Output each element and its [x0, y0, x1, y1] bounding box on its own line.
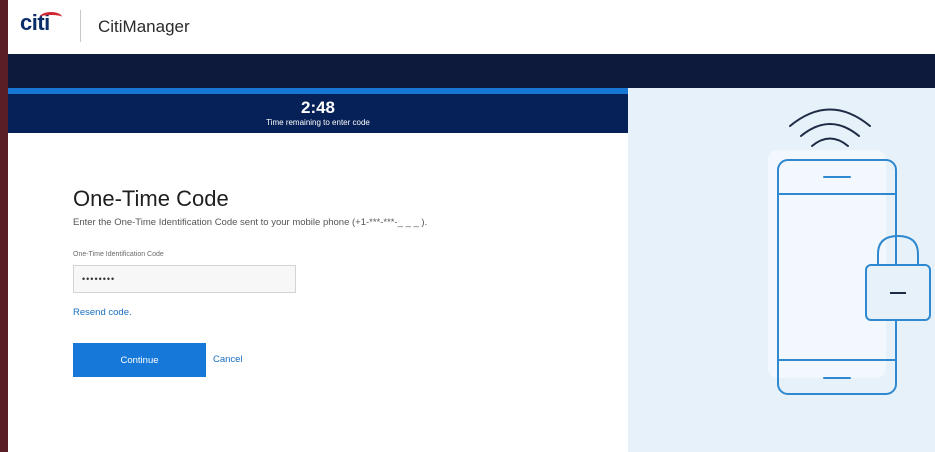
illustration-panel — [628, 88, 935, 452]
continue-button[interactable]: Continue — [73, 343, 206, 377]
timer-banner: 2:48 Time remaining to enter code — [8, 94, 628, 133]
page-title: One-Time Code — [73, 186, 229, 211]
code-input[interactable] — [73, 265, 296, 293]
logo-arc-icon — [40, 12, 62, 22]
wifi-signal-icon — [789, 108, 871, 147]
phone-lock-icon — [768, 108, 931, 395]
timer-label: Time remaining to enter code — [266, 118, 370, 127]
app-title: CitiManager — [98, 17, 190, 36]
navigation-bar — [8, 54, 935, 88]
instructions-text: Enter the One-Time Identification Code s… — [73, 217, 428, 228]
app-window: citi CitiManager 2:48 Time remaining to … — [8, 0, 935, 452]
cancel-link[interactable]: Cancel — [213, 354, 243, 365]
header: citi CitiManager — [8, 0, 935, 54]
resend-code-link[interactable]: Resend code. — [73, 307, 132, 318]
header-divider — [80, 10, 81, 42]
timer-value: 2:48 — [300, 98, 336, 117]
code-field-label: One-Time Identification Code — [73, 251, 164, 258]
citi-logo[interactable]: citi — [20, 12, 64, 38]
